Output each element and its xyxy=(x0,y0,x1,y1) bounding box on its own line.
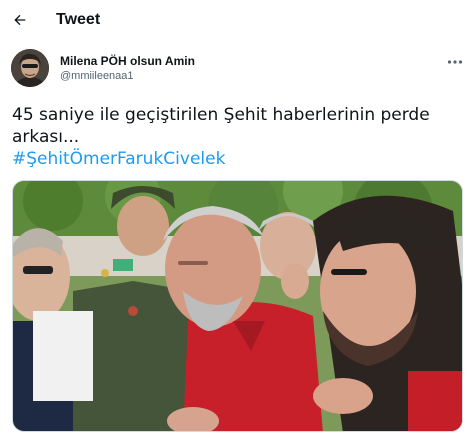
author-handle[interactable]: @mmiileenaa1 xyxy=(60,70,134,82)
back-button[interactable] xyxy=(6,6,34,34)
avatar[interactable] xyxy=(11,49,49,87)
tweet-text: 45 saniye ile geçiştirilen Şehit haberle… xyxy=(12,104,452,170)
tweet-text-line: arkası... xyxy=(12,127,80,147)
photo-image xyxy=(13,181,462,431)
tweet-text-line: 45 saniye ile geçiştirilen Şehit haberle… xyxy=(12,105,430,125)
more-horizontal-icon xyxy=(447,60,463,64)
top-bar: Tweet xyxy=(0,0,476,42)
author-name[interactable]: Milena PÖH olsun Amin xyxy=(60,54,195,68)
page-title: Tweet xyxy=(56,11,101,28)
hashtag-link[interactable]: #ŞehitÖmerFarukCivelek xyxy=(12,148,452,170)
tweet-media-photo[interactable] xyxy=(12,180,463,432)
arrow-left-icon xyxy=(14,14,26,26)
more-options-button[interactable] xyxy=(442,52,468,72)
avatar-photo xyxy=(11,49,49,87)
